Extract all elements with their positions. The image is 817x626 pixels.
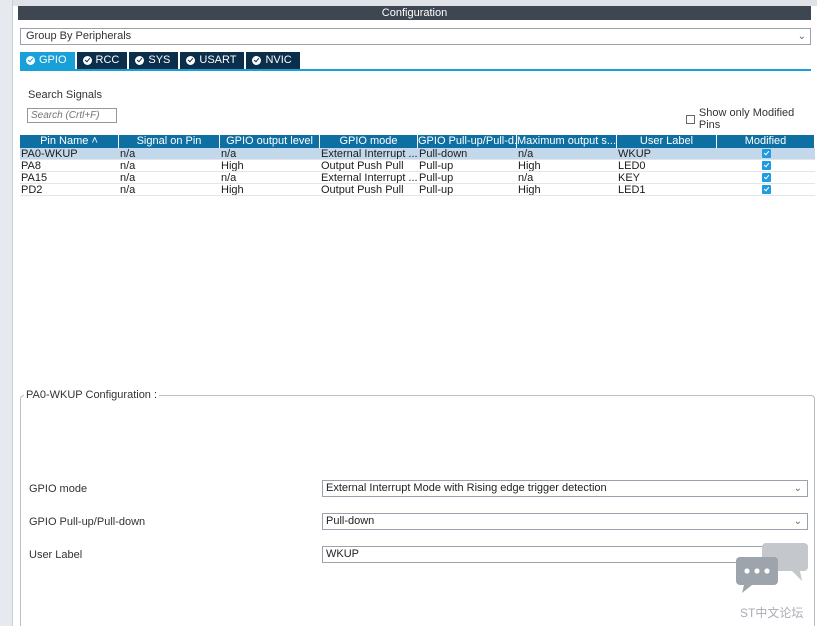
tab-label: RCC	[95, 54, 120, 66]
watermark-text: ST中文论坛	[740, 606, 804, 620]
user-label-label: User Label	[29, 549, 83, 561]
cell-user-label: LED1	[618, 184, 646, 195]
gpio-mode-value: External Interrupt Mode with Rising edge…	[326, 482, 607, 494]
chat-bubble-icon	[736, 543, 808, 593]
tab-underline	[20, 69, 811, 71]
table-header: Pin Name ˄ Signal on Pin GPIO output lev…	[20, 135, 815, 148]
cell-pull: Pull-up	[419, 160, 454, 171]
chevron-down-icon: ⌄	[797, 31, 806, 42]
cell-gpio-mode: External Interrupt ...	[321, 172, 418, 183]
cell-max-speed: n/a	[518, 148, 534, 159]
table-row[interactable]: PD2 n/a High Output Push Pull Pull-up Hi…	[20, 184, 815, 196]
gpio-mode-select[interactable]: External Interrupt Mode with Rising edge…	[322, 480, 808, 497]
gpio-pull-select[interactable]: Pull-down ⌄	[322, 513, 808, 530]
cell-modified	[717, 184, 815, 195]
column-header-modified[interactable]: Modified	[717, 135, 815, 148]
cell-gpio-mode: External Interrupt ...	[321, 148, 418, 159]
tab-label: NVIC	[265, 54, 292, 66]
tab-label: USART	[199, 54, 237, 66]
cell-signal: n/a	[120, 172, 136, 183]
cell-output-level: n/a	[221, 172, 237, 183]
check-circle-icon	[135, 56, 145, 65]
cell-pin-name: PA15	[21, 172, 48, 183]
gpio-pull-value: Pull-down	[326, 515, 375, 527]
cell-signal: n/a	[120, 160, 136, 171]
cell-user-label: WKUP	[618, 148, 651, 159]
cell-signal: n/a	[120, 148, 136, 159]
cell-modified	[717, 172, 815, 183]
checked-checkbox-icon	[761, 161, 771, 170]
column-header-pin-name[interactable]: Pin Name ˄	[20, 135, 119, 148]
table-row[interactable]: PA0-WKUP n/a n/a External Interrupt ... …	[20, 148, 815, 160]
column-header-signal[interactable]: Signal on Pin	[119, 135, 220, 148]
cell-pin-name: PA8	[21, 160, 41, 171]
tab-gpio[interactable]: GPIO	[20, 52, 75, 69]
left-panel-edge	[0, 0, 13, 626]
cell-gpio-mode: Output Push Pull	[321, 160, 404, 171]
tab-label: GPIO	[39, 54, 67, 66]
tab-rcc[interactable]: RCC	[76, 52, 128, 69]
check-circle-icon	[186, 56, 196, 65]
cell-pin-name: PD2	[21, 184, 43, 195]
user-label-value: WKUP	[326, 548, 359, 560]
show-modified-checkbox[interactable]	[686, 114, 695, 124]
pin-table: Pin Name ˄ Signal on Pin GPIO output lev…	[20, 135, 815, 196]
search-input[interactable]	[27, 108, 117, 123]
check-circle-icon	[82, 56, 92, 65]
tab-label: SYS	[148, 54, 171, 66]
show-modified-label: Show only Modified Pins	[698, 107, 795, 131]
cell-max-speed: High	[518, 184, 541, 195]
cell-output-level: High	[221, 160, 244, 171]
tab-usart[interactable]: USART	[180, 52, 245, 69]
configuration-title-bar: Configuration	[18, 6, 811, 20]
pin-configuration-group	[20, 395, 815, 626]
checked-checkbox-icon	[761, 173, 771, 182]
cell-gpio-mode: Output Push Pull	[321, 184, 404, 195]
cell-max-speed: n/a	[518, 172, 534, 183]
cell-user-label: LED0	[618, 160, 646, 171]
checked-checkbox-icon	[761, 185, 771, 194]
column-header-pull[interactable]: GPIO Pull-up/Pull-d...	[418, 135, 517, 148]
cell-max-speed: High	[518, 160, 541, 171]
table-row[interactable]: PA8 n/a High Output Push Pull Pull-up Hi…	[20, 160, 815, 172]
column-header-max-speed[interactable]: Maximum output s...	[517, 135, 617, 148]
chevron-down-icon: ⌄	[793, 483, 802, 494]
group-by-value: Group By Peripherals	[26, 30, 132, 42]
column-header-gpio-mode[interactable]: GPIO mode	[320, 135, 418, 148]
cell-user-label: KEY	[618, 172, 641, 183]
show-modified-toggle[interactable]: Show only Modified Pins	[686, 107, 817, 131]
cell-pin-name: PA0-WKUP	[21, 148, 78, 159]
search-signals-label: Search Signals	[28, 89, 102, 101]
chevron-down-icon: ⌄	[793, 516, 802, 527]
group-by-select[interactable]: Group By Peripherals ⌄	[20, 28, 811, 45]
check-circle-icon	[26, 56, 35, 65]
table-row[interactable]: PA15 n/a n/a External Interrupt ... Pull…	[20, 172, 815, 184]
cell-pull: Pull-up	[419, 184, 454, 195]
column-header-output-level[interactable]: GPIO output level	[220, 135, 320, 148]
peripheral-tabs: GPIO RCC SYS USART NVIC	[20, 52, 300, 69]
checked-checkbox-icon	[761, 149, 771, 158]
cell-pull: Pull-down	[419, 148, 468, 159]
check-circle-icon	[252, 56, 262, 65]
column-header-user-label[interactable]: User Label	[617, 135, 717, 148]
cell-signal: n/a	[120, 184, 136, 195]
cell-modified	[717, 148, 815, 159]
pin-configuration-title: PA0-WKUP Configuration :	[24, 389, 160, 401]
sort-asc-icon: ˄	[91, 135, 98, 147]
cell-output-level: n/a	[221, 148, 237, 159]
cell-output-level: High	[221, 184, 244, 195]
gpio-pull-label: GPIO Pull-up/Pull-down	[29, 516, 146, 528]
gpio-mode-label: GPIO mode	[29, 483, 88, 495]
cell-modified	[717, 160, 815, 171]
tab-nvic[interactable]: NVIC	[246, 52, 300, 69]
cell-pull: Pull-up	[419, 172, 454, 183]
tab-sys[interactable]: SYS	[129, 52, 179, 69]
